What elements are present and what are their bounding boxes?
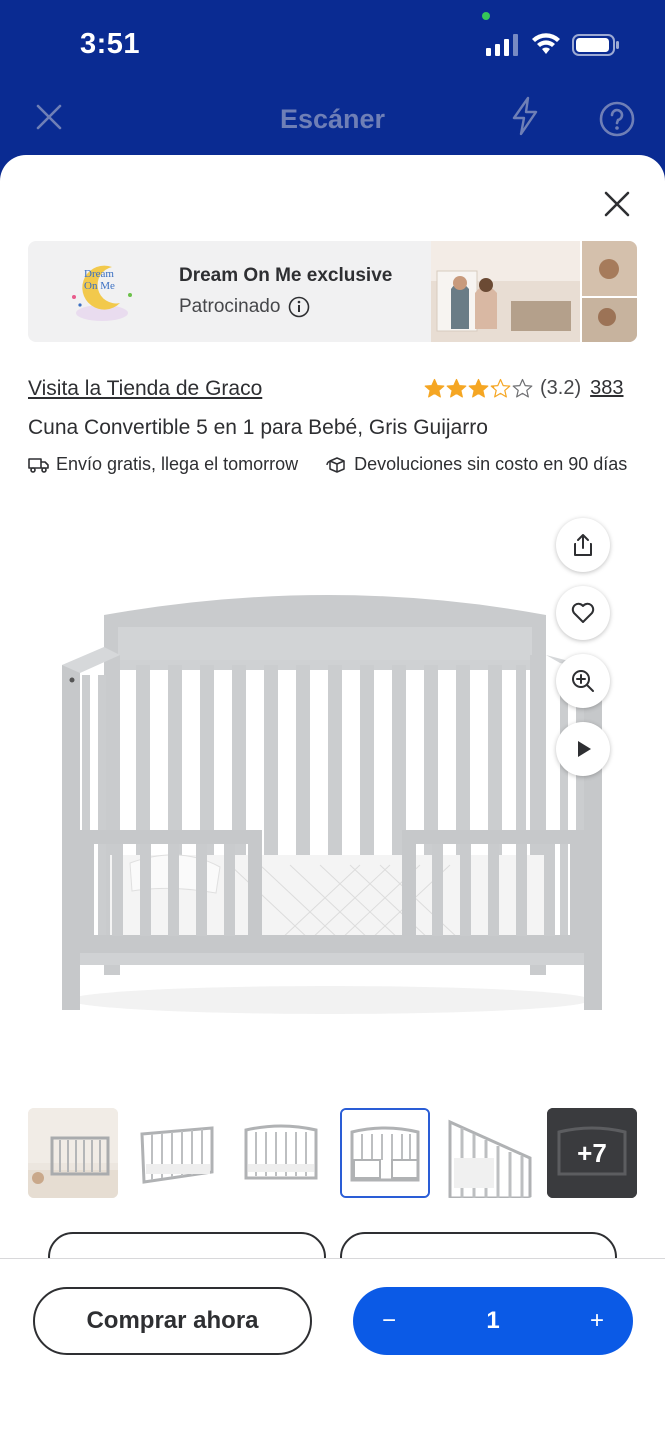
status-bar: 3:51 xyxy=(0,0,665,92)
product-title: Cuna Convertible 5 en 1 para Bebé, Gris … xyxy=(28,416,488,439)
sponsored-label: Patrocinado xyxy=(179,296,310,318)
thumbnail-1-image xyxy=(28,1108,118,1198)
bottom-action-bar: Comprar ahora − 1 + xyxy=(0,1258,665,1440)
play-icon xyxy=(578,741,591,757)
decrease-quantity-button[interactable]: − xyxy=(377,1307,401,1335)
product-sheet: Dream On Me Dream On Me exclusive Patroc… xyxy=(0,155,665,1440)
close-icon[interactable] xyxy=(600,187,634,221)
cellular-signal-icon xyxy=(486,34,518,56)
product-rating[interactable]: (3.2) 383 xyxy=(424,377,624,400)
product-image[interactable] xyxy=(40,555,620,1035)
scanner-title: Escáner xyxy=(279,104,386,134)
thumbnail-5[interactable] xyxy=(444,1108,534,1198)
info-icon[interactable] xyxy=(288,296,310,318)
flash-icon[interactable] xyxy=(508,96,542,136)
thumbnail-5-image xyxy=(444,1108,534,1198)
thumbnail-2-image xyxy=(132,1108,222,1198)
thumbnail-1[interactable] xyxy=(28,1108,118,1198)
help-icon[interactable] xyxy=(598,100,636,138)
more-images-label: +7 xyxy=(577,1137,607,1168)
thumbnail-3-image xyxy=(236,1108,326,1198)
increase-quantity-button[interactable]: + xyxy=(585,1307,609,1335)
thumbnail-3[interactable] xyxy=(236,1108,326,1198)
zoom-in-icon xyxy=(572,670,594,692)
quantity-stepper: − 1 + xyxy=(353,1287,633,1355)
svg-text:On Me: On Me xyxy=(84,280,115,292)
thumbnail-2[interactable] xyxy=(132,1108,222,1198)
ad-lifestyle-photo xyxy=(431,241,637,342)
zoom-button[interactable] xyxy=(556,654,610,708)
share-button[interactable] xyxy=(556,518,610,572)
shipping-info: Envío gratis, llega el tomorrow Devoluci… xyxy=(28,454,627,475)
share-icon xyxy=(574,534,592,556)
play-video-button[interactable] xyxy=(556,722,610,776)
heart-icon xyxy=(571,602,595,623)
quantity-value: 1 xyxy=(486,1307,500,1334)
returns-info: Devoluciones sin costo en 90 días xyxy=(326,454,627,475)
review-count-link[interactable]: 383 xyxy=(590,377,623,400)
camera-indicator xyxy=(482,12,490,20)
battery-icon xyxy=(572,34,619,56)
returns-text: Devoluciones sin costo en 90 días xyxy=(354,454,628,474)
ad-brand-name: Dream On Me exclusive xyxy=(179,265,393,286)
shipping-text: Envío gratis, llega el tomorrow xyxy=(56,454,299,474)
truck-icon xyxy=(28,457,49,473)
status-time: 3:51 xyxy=(80,28,141,60)
star-icon xyxy=(424,378,445,398)
wifi-icon xyxy=(532,33,560,54)
sponsored-text: Patrocinado xyxy=(179,296,281,317)
star-icon xyxy=(490,378,511,398)
return-box-icon xyxy=(326,456,345,473)
thumbnail-4[interactable] xyxy=(340,1108,430,1198)
rating-value: (3.2) xyxy=(540,377,582,399)
brand-logo: Dream On Me xyxy=(72,265,132,321)
store-link[interactable]: Visita la Tienda de Graco xyxy=(28,377,262,401)
star-icon xyxy=(446,378,467,398)
thumbnail-more[interactable]: +7 xyxy=(547,1108,637,1198)
thumbnail-4-image xyxy=(342,1110,428,1196)
sponsored-banner[interactable]: Dream On Me Dream On Me exclusive Patroc… xyxy=(28,241,637,342)
star-icon xyxy=(468,378,489,398)
star-icon xyxy=(512,378,533,398)
rating-stars xyxy=(424,378,533,399)
favorite-button[interactable] xyxy=(556,586,610,640)
thumbnail-strip: +7 xyxy=(28,1108,640,1198)
svg-text:Dream: Dream xyxy=(84,268,114,280)
buy-now-button[interactable]: Comprar ahora xyxy=(33,1287,312,1355)
